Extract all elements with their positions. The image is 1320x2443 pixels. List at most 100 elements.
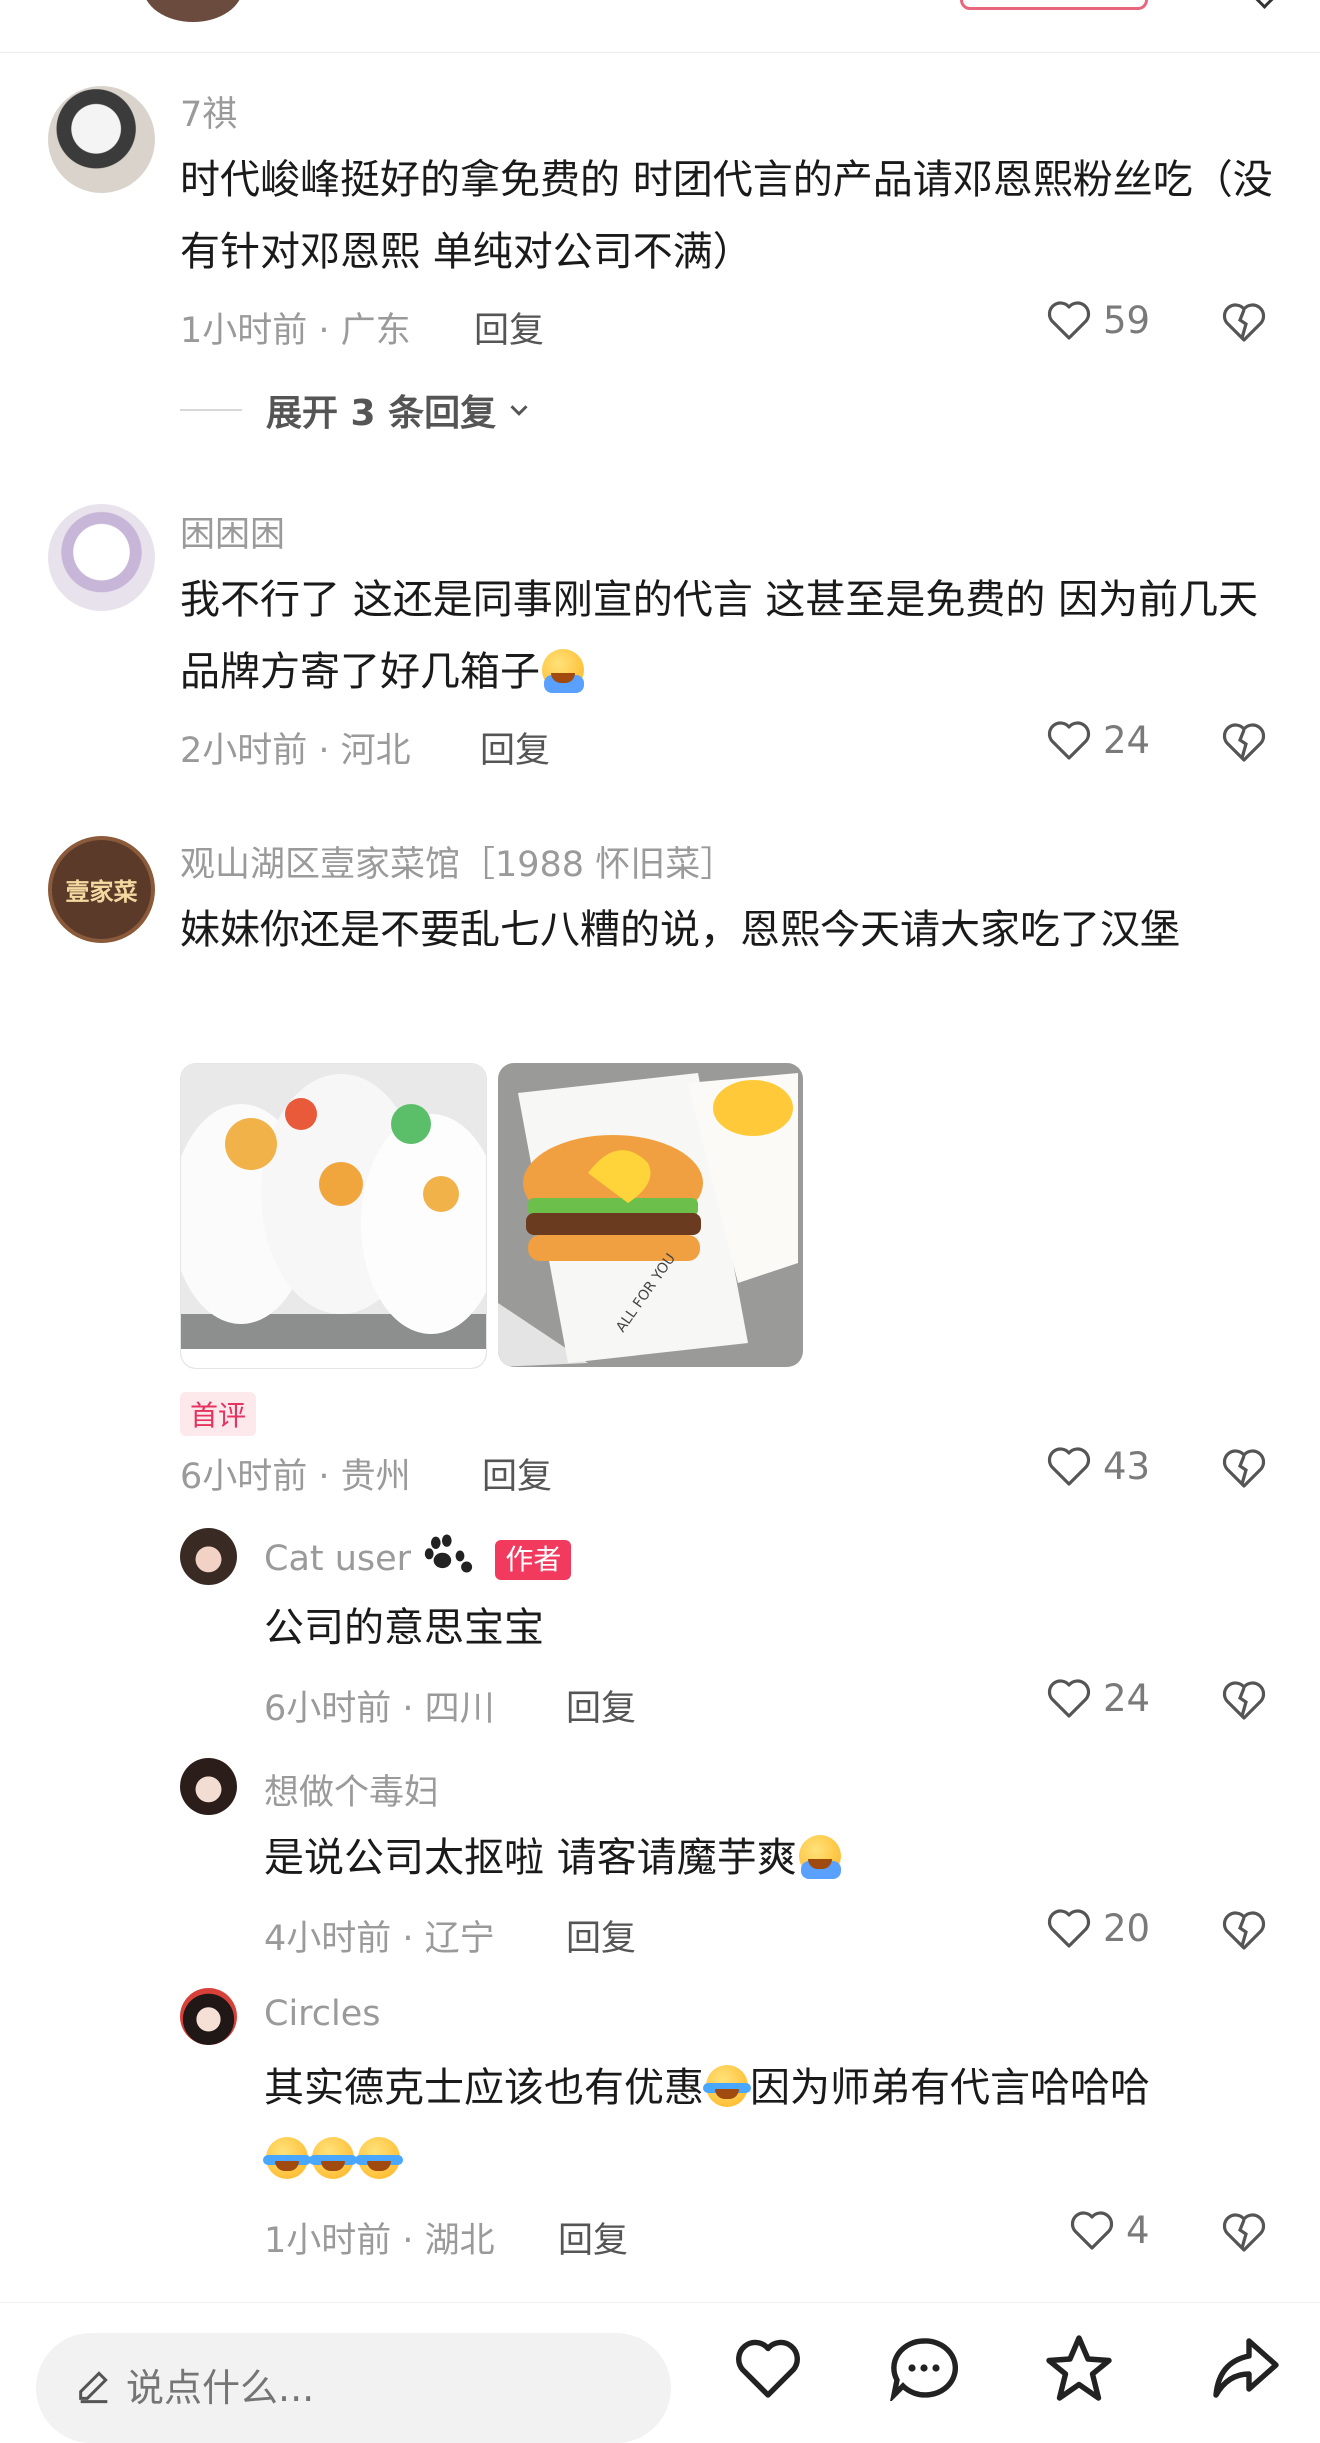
like-button[interactable]: 24 bbox=[1045, 1676, 1150, 1720]
heart-icon bbox=[1047, 1909, 1091, 1948]
comment-meta: 6小时前 · 贵州 bbox=[180, 1457, 411, 1497]
photo-burger-box-image: ALL FOR YOU bbox=[498, 1063, 803, 1367]
reply-avatar[interactable] bbox=[180, 1528, 237, 1585]
reply-username-text: Cat user bbox=[264, 1539, 412, 1579]
comment-photo[interactable] bbox=[180, 1063, 487, 1369]
reply-text: 是说公司太抠啦 请客请魔芋爽 bbox=[264, 1822, 1264, 1894]
reply-username[interactable]: Circles bbox=[264, 1994, 381, 2034]
pencil-icon bbox=[79, 2371, 108, 2404]
heart-icon bbox=[1047, 1679, 1091, 1718]
reply-text-part: 其实德克士应该也有优惠 bbox=[264, 2065, 704, 2111]
reply-text-content: 是说公司太抠啦 请客请魔芋爽 bbox=[264, 1835, 797, 1881]
heart-icon bbox=[1047, 721, 1091, 760]
comment-text: 妹妹你还是不要乱七八糟的说，恩熙今天请大家吃了汉堡 bbox=[180, 907, 1180, 953]
reply-time: 1小时前 bbox=[264, 2221, 392, 2261]
dislike-heart-icon[interactable] bbox=[1220, 2210, 1268, 2254]
reply-button[interactable]: 回复 bbox=[474, 302, 544, 353]
crying-emoji-icon bbox=[263, 2137, 311, 2179]
photo-bags-image bbox=[181, 1064, 486, 1368]
comment-location: 河北 bbox=[340, 731, 411, 771]
like-count: 24 bbox=[1103, 1676, 1151, 1720]
comment-input[interactable] bbox=[36, 2333, 671, 2443]
comment-text: 我不行了 这还是同事刚宣的代言 这甚至是免费的 因为前几天品牌方寄了好几箱子 bbox=[180, 564, 1280, 708]
reply-button[interactable]: 回复 bbox=[566, 1680, 636, 1731]
comment-text-content: 我不行了 这还是同事刚宣的代言 这甚至是免费的 因为前几天品牌方寄了好几箱子 bbox=[180, 577, 1259, 695]
bottom-action-bar bbox=[0, 2302, 1320, 2443]
reply-location: 湖北 bbox=[424, 2221, 495, 2261]
comment-time: 2小时前 bbox=[180, 731, 308, 771]
reply-avatar[interactable] bbox=[180, 1758, 237, 1815]
comment-username[interactable]: 观山湖区壹家菜馆［1988 怀旧菜］ bbox=[180, 836, 735, 887]
top-bar bbox=[0, 0, 1320, 53]
reply-text-part: 因为师弟有代言哈哈哈 bbox=[750, 2065, 1150, 2111]
dislike-heart-icon[interactable] bbox=[1220, 1908, 1268, 1952]
comment-meta: 2小时前 · 河北 bbox=[180, 731, 411, 771]
like-count: 20 bbox=[1103, 1906, 1151, 1950]
crying-emoji-icon bbox=[309, 2137, 357, 2179]
like-count: 24 bbox=[1103, 718, 1151, 762]
first-comment-badge: 首评 bbox=[180, 1392, 257, 1436]
heart-icon bbox=[1070, 2211, 1114, 2250]
comment-meta: 1小时前 · 广东 bbox=[180, 311, 411, 351]
like-button[interactable]: 24 bbox=[1045, 718, 1150, 762]
like-button[interactable]: 43 bbox=[1045, 1444, 1150, 1488]
reply-meta: 1小时前 · 湖北 bbox=[264, 2221, 495, 2261]
reply-button[interactable]: 回复 bbox=[480, 722, 550, 773]
comment-text: 时代峻峰挺好的拿免费的 时团代言的产品请邓恩熙粉丝吃（没有针对邓恩熙 单纯对公司… bbox=[180, 157, 1273, 275]
follow-button[interactable] bbox=[960, 0, 1148, 10]
like-count: 59 bbox=[1103, 298, 1151, 342]
chevron-icon[interactable] bbox=[1251, 0, 1278, 9]
reply-username[interactable]: 想做个毒妇 bbox=[264, 1764, 439, 1815]
avatar-logo-text: 壹家菜 bbox=[65, 877, 138, 906]
avatar[interactable] bbox=[48, 86, 155, 193]
like-count: 4 bbox=[1126, 2208, 1150, 2252]
reply-button[interactable]: 回复 bbox=[482, 1448, 552, 1499]
comment-username[interactable]: 困困困 bbox=[180, 506, 285, 557]
reply-location: 四川 bbox=[424, 1689, 495, 1729]
reply-time: 4小时前 bbox=[264, 1919, 392, 1959]
like-button[interactable]: 59 bbox=[1045, 298, 1150, 342]
paw-icon bbox=[425, 1534, 473, 1573]
comment-time: 1小时前 bbox=[180, 311, 308, 351]
chevron-down-icon bbox=[510, 405, 528, 416]
crying-emoji-icon bbox=[703, 2065, 751, 2107]
divider bbox=[180, 409, 242, 411]
comment-username[interactable]: 7祺 bbox=[180, 86, 237, 137]
reply-button[interactable]: 回复 bbox=[558, 2212, 628, 2263]
expand-replies-button[interactable]: 展开 3 条回复 bbox=[180, 384, 534, 436]
crying-emoji-icon bbox=[355, 2137, 403, 2179]
avatar[interactable]: 壹家菜 bbox=[48, 836, 155, 943]
post-author-avatar[interactable] bbox=[143, 0, 243, 22]
like-button[interactable]: 4 bbox=[1068, 2208, 1150, 2252]
comment-time: 6小时前 bbox=[180, 1457, 308, 1497]
reply-avatar[interactable] bbox=[180, 1988, 237, 2045]
comment-location: 广东 bbox=[340, 311, 411, 351]
dislike-heart-icon[interactable] bbox=[1220, 1678, 1268, 1722]
share-icon[interactable] bbox=[1210, 2335, 1282, 2401]
comment-location: 贵州 bbox=[340, 1457, 411, 1497]
heart-icon bbox=[1047, 1447, 1091, 1486]
avatar[interactable] bbox=[48, 504, 155, 611]
author-badge: 作者 bbox=[495, 1540, 572, 1580]
heart-icon[interactable] bbox=[732, 2335, 804, 2401]
reply-text: 公司的意思宝宝 bbox=[264, 1605, 544, 1651]
comment-photo[interactable]: ALL FOR YOU bbox=[498, 1063, 803, 1367]
heart-icon bbox=[1047, 301, 1091, 340]
like-count: 43 bbox=[1103, 1444, 1151, 1488]
emoji-icon bbox=[798, 1835, 841, 1879]
like-button[interactable]: 20 bbox=[1045, 1906, 1150, 1950]
expand-replies-label: 展开 3 条回复 bbox=[266, 393, 497, 434]
dislike-heart-icon[interactable] bbox=[1220, 720, 1268, 764]
dislike-heart-icon[interactable] bbox=[1220, 1446, 1268, 1490]
reply-button[interactable]: 回复 bbox=[566, 1910, 636, 1961]
emoji-icon bbox=[542, 649, 584, 693]
reply-time: 6小时前 bbox=[264, 1689, 392, 1729]
dislike-heart-icon[interactable] bbox=[1220, 300, 1268, 344]
reply-meta: 6小时前 · 四川 bbox=[264, 1689, 495, 1729]
reply-text: 其实德克士应该也有优惠 因为师弟有代言哈哈哈 bbox=[263, 2052, 1264, 2196]
star-icon[interactable] bbox=[1043, 2335, 1115, 2401]
reply-meta: 4小时前 · 辽宁 bbox=[264, 1919, 495, 1959]
chat-icon[interactable] bbox=[888, 2335, 960, 2401]
reply-location: 辽宁 bbox=[424, 1919, 495, 1959]
reply-username[interactable]: Cat user 作者 bbox=[264, 1534, 572, 1580]
